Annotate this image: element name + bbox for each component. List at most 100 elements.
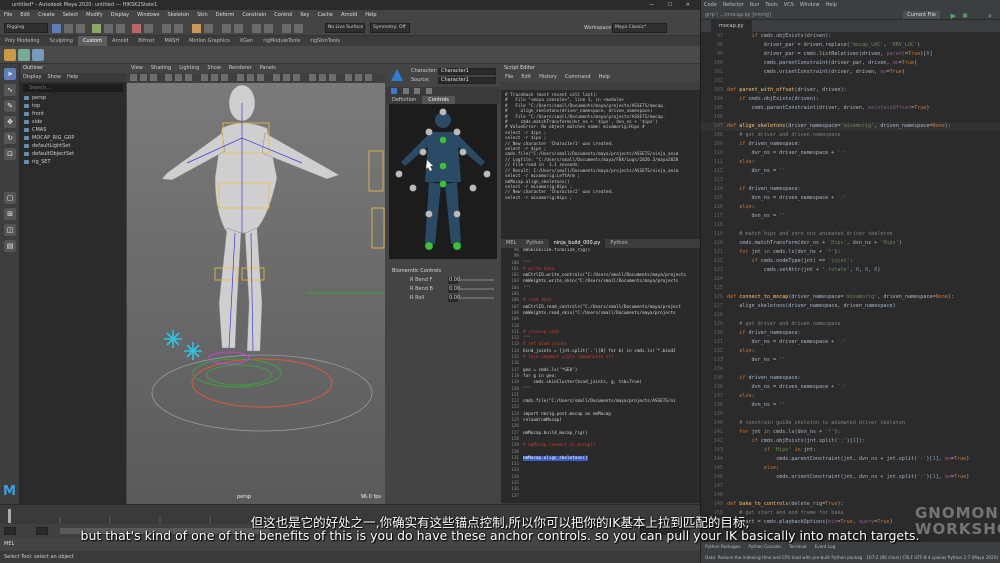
viewport-menu-view[interactable]: View (131, 65, 143, 71)
ide-menu-tools[interactable]: Tools (765, 2, 777, 8)
outliner-item[interactable]: MOCAP_RIG_GRP (20, 134, 126, 142)
viewport-toolbar[interactable] (127, 73, 385, 83)
menu-item-file[interactable]: File (4, 12, 12, 18)
cursor-position[interactable]: 107:2 (80 chars) CRLF UTF-8 4 spaces Pyt… (862, 553, 998, 563)
shelf-tab-6[interactable]: Motion Graphics (184, 36, 235, 46)
ide-menu-vcs[interactable]: VCS (784, 2, 794, 8)
menu-item-deform[interactable]: Deform (216, 12, 235, 18)
viewport-menu-renderer[interactable]: Renderer (229, 65, 252, 71)
hik-bend-slider[interactable] (460, 288, 494, 290)
hik-bend-value[interactable]: 0.00 (448, 295, 460, 302)
menu-item-constrain[interactable]: Constrain (242, 12, 266, 18)
outliner-item[interactable]: defaultLightSet (20, 142, 126, 150)
script-menu-help[interactable]: Help (599, 74, 610, 80)
outliner-item[interactable]: defaultObjectSet (20, 150, 126, 158)
shelf-tab-4[interactable]: Bifrost (133, 36, 159, 46)
shelf-tab-2[interactable]: Custom (77, 36, 108, 46)
menu-item-windows[interactable]: Windows (137, 12, 159, 18)
menu-item-control[interactable]: Control (274, 12, 292, 18)
outliner-item[interactable]: top (20, 102, 126, 110)
script-tab-2[interactable]: ninja_build_000.py (548, 239, 606, 248)
layout-single-icon[interactable]: ▢ (4, 192, 16, 204)
layout-two-icon[interactable]: ◫ (4, 224, 16, 236)
script-menu-history[interactable]: History (539, 74, 557, 80)
ide-menu-refactor[interactable]: Refactor (723, 2, 744, 8)
viewport-scene[interactable] (127, 83, 385, 504)
menu-item-skin[interactable]: Skin (197, 12, 208, 18)
hik-bend-value[interactable]: 0.00 (448, 286, 460, 293)
ide-menu-window[interactable]: Window (800, 2, 820, 8)
symmetry-dropdown[interactable]: Symmetry: Off (370, 23, 410, 33)
tool-window-1[interactable]: Python Console (748, 544, 780, 549)
outliner-item[interactable]: front (20, 110, 126, 118)
menu-item-arnold[interactable]: Arnold (341, 12, 357, 18)
hik-bend-slider[interactable] (460, 297, 494, 299)
script-menu-file[interactable]: File (505, 74, 513, 80)
rotate-tool-icon[interactable]: ↻ (4, 132, 16, 144)
hik-toolbar[interactable] (386, 87, 500, 96)
menu-item-key[interactable]: Key (300, 12, 309, 18)
shelf-tab-0[interactable]: Poly Modeling (0, 36, 45, 46)
script-menu-edit[interactable]: Edit (521, 74, 531, 80)
move-tool-icon[interactable]: ✥ (4, 116, 16, 128)
run-config-dropdown[interactable]: Current File (903, 11, 940, 19)
script-tab-1[interactable]: Python (521, 239, 548, 248)
hik-figure-view[interactable] (389, 104, 497, 259)
viewport-menu-shading[interactable]: Shading (151, 65, 171, 71)
ide-menu-code[interactable]: Code (704, 2, 717, 8)
viewport-menu-lighting[interactable]: Lighting (179, 65, 199, 71)
shelf-tool-icon[interactable] (4, 49, 16, 61)
hik-character-dropdown[interactable]: Character1 (438, 68, 496, 75)
character-model[interactable] (127, 83, 385, 504)
shelf-tab-3[interactable]: Arnold (107, 36, 133, 46)
shelf-tab-1[interactable]: Sculpting (45, 36, 78, 46)
shelf-tab-8[interactable]: rigModuleTools (258, 36, 305, 46)
menu-item-cache[interactable]: Cache (317, 12, 333, 18)
menu-item-skeleton[interactable]: Skeleton (167, 12, 189, 18)
outliner-item[interactable]: rig_SET (20, 158, 126, 166)
menu-item-create[interactable]: Create (38, 12, 55, 18)
hik-bend-value[interactable]: 0.00 (448, 277, 460, 284)
menu-item-display[interactable]: Display (111, 12, 129, 18)
menu-item-modify[interactable]: Modify (86, 12, 103, 18)
script-tab-0[interactable]: MEL (501, 239, 521, 248)
outliner-item[interactable]: side (20, 118, 126, 126)
shelf-tab-7[interactable]: XGen (235, 36, 259, 46)
menu-item-help[interactable]: Help (365, 12, 376, 18)
window-controls[interactable]: — ☐ ✕ (649, 0, 696, 10)
viewport-panel[interactable]: View Shading Lighting Show Renderer Panels (127, 64, 385, 504)
outliner-search-input[interactable]: Search... (23, 84, 123, 92)
layout-four-icon[interactable]: ⊞ (4, 208, 16, 220)
viewport-menu-panels[interactable]: Panels (260, 65, 276, 71)
outliner-menu-display[interactable]: Display (23, 74, 41, 80)
shelf-tool-icon[interactable] (32, 49, 44, 61)
outliner-item[interactable]: persp (20, 94, 126, 102)
script-menu-command[interactable]: Command (565, 74, 591, 80)
tool-window-0[interactable]: Python Packages (705, 544, 740, 549)
tool-window-3[interactable]: Event Log (815, 544, 836, 549)
workspace-dropdown[interactable]: Maya Classic* (612, 23, 667, 33)
mode-dropdown[interactable]: Rigging (4, 23, 48, 33)
script-history[interactable]: # Traceback (most recent call last): # Fi… (501, 91, 700, 239)
script-input[interactable]: 98 nmSkinalize.finalize_rig() 99 100 ''' 101 #… (501, 248, 700, 503)
status-icons[interactable] (52, 23, 312, 34)
live-surface[interactable]: No Live Surface (325, 23, 365, 33)
shelf-tool-icon[interactable] (18, 49, 30, 61)
script-tab-3[interactable]: Python (605, 239, 632, 248)
ide-menu-help[interactable]: Help (826, 2, 837, 8)
ide-menu-run[interactable]: Run (750, 2, 760, 8)
viewport-menu-show[interactable]: Show (207, 65, 221, 71)
select-tool-icon[interactable]: ➤ (4, 68, 16, 80)
script-editor-toolbar[interactable] (501, 82, 700, 91)
shelf-tab-5[interactable]: MASH (159, 36, 184, 46)
hik-bend-slider[interactable] (460, 279, 494, 281)
paint-tool-icon[interactable]: ✎ (4, 100, 16, 112)
menu-item-edit[interactable]: Edit (20, 12, 30, 18)
shelf-tab-9[interactable]: rigSkinTools (305, 36, 345, 46)
lasso-tool-icon[interactable]: ∿ (4, 84, 16, 96)
scale-tool-icon[interactable]: ⊡ (4, 148, 16, 160)
hik-source-dropdown[interactable]: Character1 (438, 77, 496, 84)
menu-item-select[interactable]: Select (63, 12, 78, 18)
code-editor[interactable]: 97 if cmds.objExists(driven): 98 driver_p… (701, 32, 1000, 542)
outliner-item[interactable]: CMAS (20, 126, 126, 134)
